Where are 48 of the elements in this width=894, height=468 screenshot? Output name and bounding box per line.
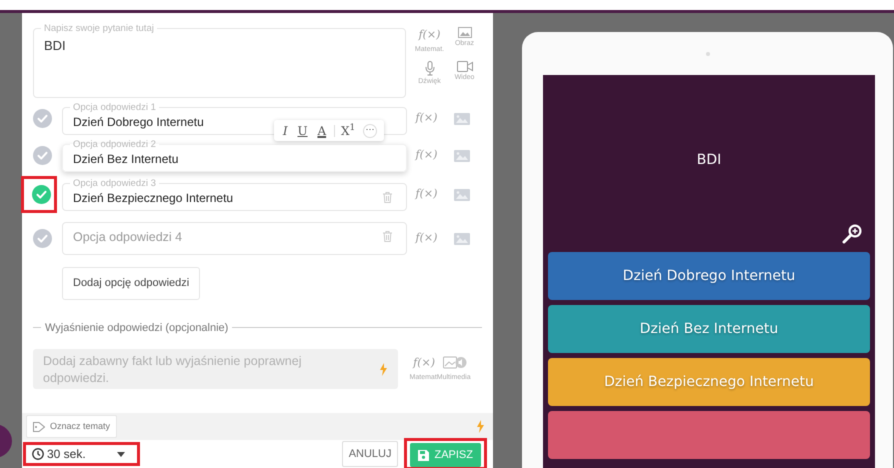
image-icon[interactable]: [454, 232, 470, 244]
format-button[interactable]: ⋯: [363, 124, 378, 138]
image-icon: [458, 27, 472, 38]
correct-answer-toggle[interactable]: [32, 185, 51, 204]
trash-icon[interactable]: [383, 192, 392, 204]
lightning-icon[interactable]: [379, 362, 388, 376]
answer-tile[interactable]: Dzień Dobrego Internetu: [548, 252, 870, 300]
answer-field[interactable]: Opcja odpowiedzi 2 Dzień Bez Internetu: [62, 139, 407, 172]
tag-topics-button[interactable]: Oznacz tematy: [26, 414, 118, 438]
image-icon[interactable]: [454, 112, 470, 124]
add-option-button[interactable]: Dodaj opcję odpowiedzi: [62, 267, 200, 300]
image-icon[interactable]: [454, 150, 470, 162]
time-limit-dropdown[interactable]: 30 sek.: [23, 442, 140, 466]
lightning-icon[interactable]: [476, 420, 485, 433]
text-input[interactable]: BDI: [44, 34, 395, 58]
field-label: Opcja odpowiedzi 2: [72, 139, 157, 150]
text-input[interactable]: Opcja odpowiedzi 4: [73, 228, 383, 246]
question-field[interactable]: Napisz swoje pytanie tutaj BDI: [33, 23, 406, 98]
save-icon: [418, 450, 430, 460]
format-button[interactable]: A: [315, 124, 328, 136]
text-input[interactable]: Dzień Bezpiecznego Internetu: [73, 188, 383, 207]
format-button[interactable]: I: [280, 124, 290, 136]
format-button[interactable]: U: [295, 124, 310, 136]
text-input[interactable]: Dzień Bez Internetu: [73, 150, 396, 168]
cancel-button[interactable]: ANULUJ: [342, 440, 398, 468]
answer-field[interactable]: Opcja odpowiedzi 3 Dzień Bezpiecznego Internetu: [62, 178, 407, 211]
tag-icon: [33, 422, 45, 432]
field-label: Opcja odpowiedzi 1: [72, 102, 157, 114]
correct-answer-toggle[interactable]: [33, 146, 52, 165]
explanation-field[interactable]: Dodaj zabawny fakt lub wyjaśnienie poprawnej odpowiedzi.: [33, 349, 398, 389]
format-button[interactable]: X$^{1}$: [334, 124, 358, 136]
video-camera-icon: [456, 61, 472, 72]
question-text: BDI: [696, 151, 722, 170]
image-speaker-icon: [443, 356, 468, 370]
field-label: Opcja odpowiedzi 3: [72, 178, 157, 190]
image-icon[interactable]: [454, 188, 470, 200]
text-input[interactable]: Dodaj zabawny fakt lub wyjaśnienie poprawnej odpowiedzi.: [43, 351, 343, 387]
answer-field[interactable]: Opcja odpowiedzi 4: [62, 222, 407, 255]
correct-answer-toggle[interactable]: [33, 229, 52, 248]
caret-icon: [117, 452, 125, 456]
zoom-in-icon[interactable]: [842, 223, 863, 244]
correct-answer-toggle[interactable]: [33, 109, 52, 128]
section-label: Wyjaśnienie odpowiedzi (opcjonalnie): [45, 320, 228, 336]
answer-tile[interactable]: [548, 411, 870, 459]
trash-icon[interactable]: [383, 231, 392, 242]
microphone-icon: [424, 61, 434, 76]
clock-icon: [32, 448, 44, 460]
field-label: Napisz swoje pytanie tutaj: [43, 23, 155, 34]
